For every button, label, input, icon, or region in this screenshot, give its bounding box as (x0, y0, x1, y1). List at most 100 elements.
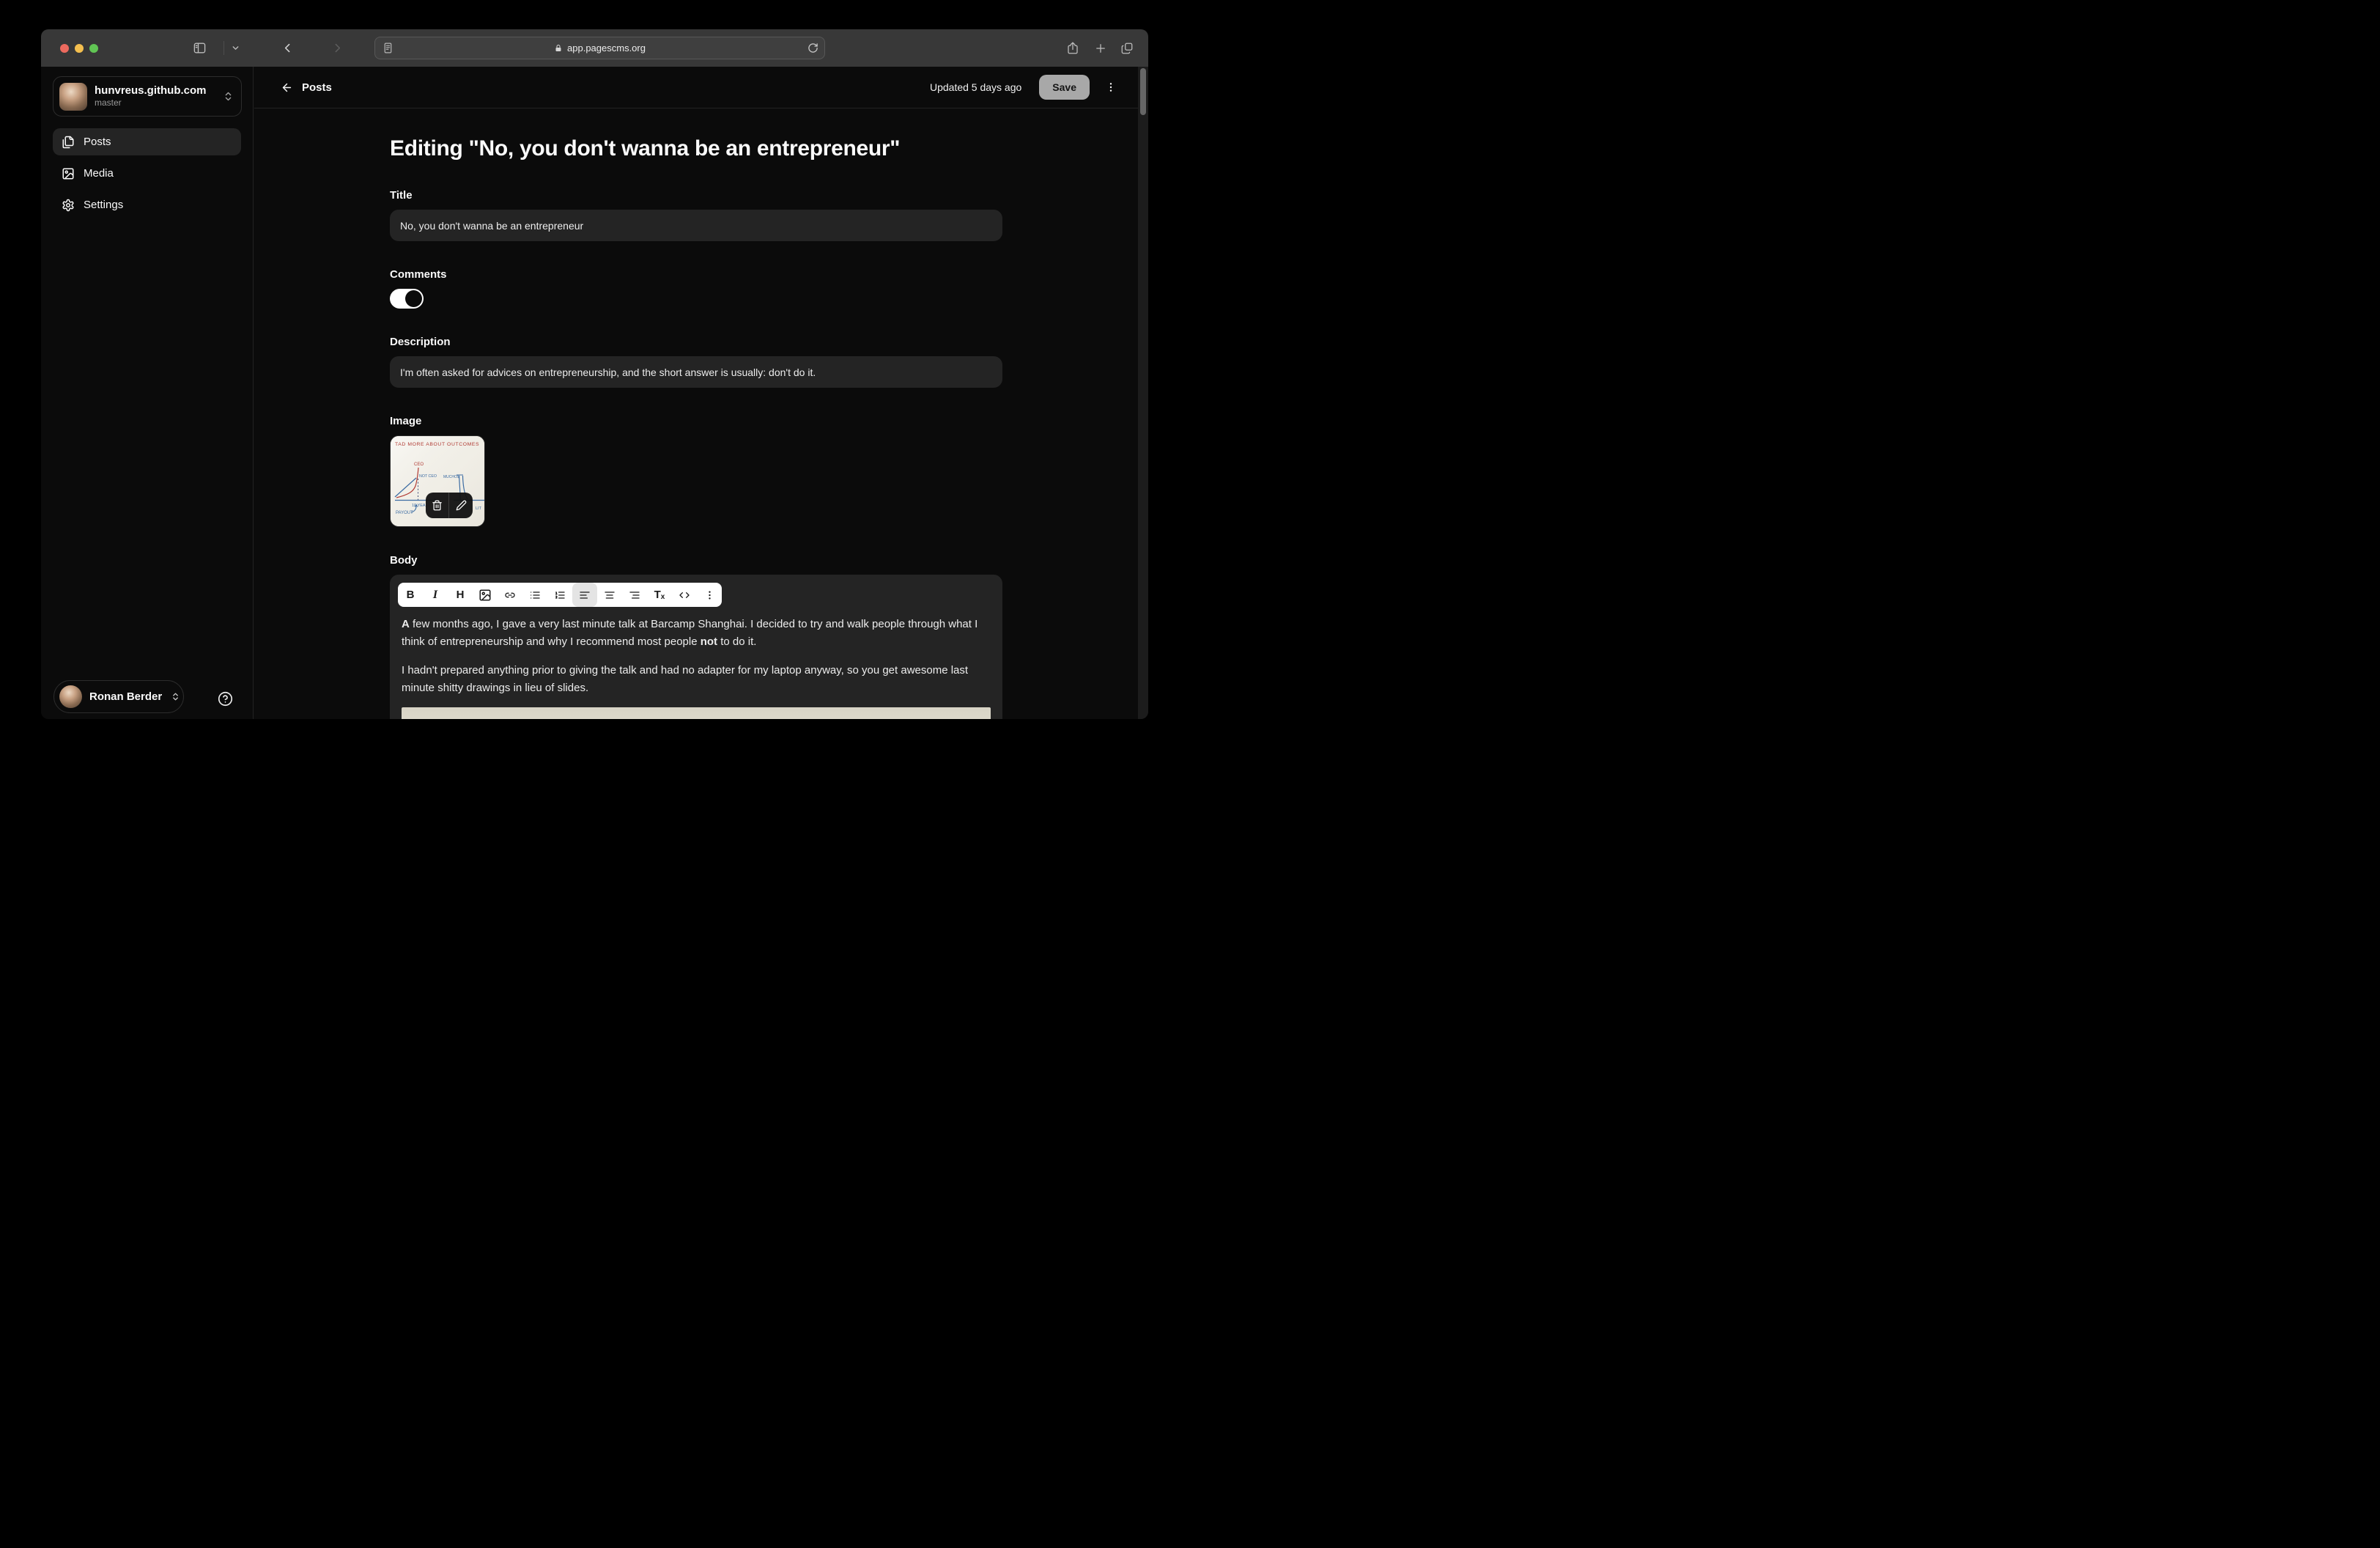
user-avatar (59, 685, 82, 708)
body-label: Body (390, 553, 1002, 569)
address-bar[interactable]: app.pagescms.org (374, 37, 825, 59)
image-icon (478, 589, 492, 602)
tab-overview-icon[interactable] (1120, 29, 1134, 67)
title-field-group: Title (390, 188, 1002, 241)
reader-icon[interactable] (382, 42, 394, 54)
image-button[interactable] (473, 583, 498, 607)
page-scrollbar (1138, 67, 1148, 719)
chevrons-up-down-icon (171, 692, 180, 701)
link-button[interactable] (498, 583, 522, 607)
sidebar-item-label: Media (84, 167, 114, 180)
new-tab-icon[interactable] (1094, 29, 1107, 67)
sidebar-toggle-icon[interactable] (193, 29, 207, 67)
body-paragraph[interactable]: I hadn't prepared anything prior to givi… (402, 662, 991, 697)
image-actions (426, 493, 473, 518)
toggle-knob (405, 290, 422, 307)
bullet-list-button[interactable] (522, 583, 547, 607)
comments-field-group: Comments (390, 267, 1002, 309)
back-icon[interactable] (281, 29, 294, 67)
traffic-lights (60, 29, 98, 67)
arrow-left-icon (281, 81, 293, 94)
repo-avatar (59, 83, 87, 111)
align-center-icon (604, 589, 616, 601)
align-left-button[interactable] (572, 583, 597, 607)
files-icon (62, 136, 75, 149)
toolbar-divider (223, 41, 224, 55)
edit-image-button[interactable] (449, 493, 473, 518)
svg-text:NOT CEO: NOT CEO (419, 474, 437, 479)
heading-button[interactable]: H (448, 583, 473, 607)
image-thumbnail[interactable]: TAD MORE ABOUT OUTCOMES CEO NOT CEO 10 Y… (390, 435, 485, 527)
embedded-image-top (402, 707, 991, 719)
browser-toolbar: app.pagescms.org (41, 29, 1148, 67)
repo-name: hunvreus.github.com (95, 84, 207, 97)
description-label: Description (390, 334, 1002, 350)
browser-window: app.pagescms.org hunvreus.github.com mas… (41, 29, 1148, 719)
main-panel: Posts Updated 5 days ago Save Editing "N… (254, 67, 1138, 719)
user-menu[interactable]: Ronan Berder (53, 680, 184, 713)
clear-format-button[interactable]: Tx (647, 583, 672, 607)
account-switcher[interactable]: hunvreus.github.com master (53, 76, 242, 117)
bold-button[interactable]: B (398, 583, 423, 607)
svg-text:MUCHO$: MUCHO$ (443, 475, 459, 479)
app-area: hunvreus.github.com master Posts Media Set… (41, 67, 1148, 719)
sidebar-item-media[interactable]: Media (53, 160, 241, 187)
editor-toolbar: BIH Tx (398, 583, 722, 607)
save-button[interactable]: Save (1039, 75, 1090, 100)
description-field-group: Description (390, 334, 1002, 388)
page-title: Editing "No, you don't wanna be an entre… (390, 136, 1002, 162)
delete-image-button[interactable] (426, 493, 449, 518)
body-paragraph[interactable]: A few months ago, I gave a very last min… (402, 616, 991, 651)
bullet-list-icon (529, 589, 541, 601)
sidebar-item-posts[interactable]: Posts (53, 128, 241, 155)
code-icon (679, 589, 690, 601)
code-button[interactable] (672, 583, 697, 607)
scrollbar-thumb[interactable] (1140, 68, 1146, 115)
reload-icon[interactable] (808, 43, 818, 54)
help-icon[interactable] (218, 691, 233, 707)
svg-text:LIT: LIT (476, 506, 482, 511)
body-editor-content[interactable]: A few months ago, I gave a very last min… (398, 616, 994, 697)
italic-button[interactable]: I (423, 583, 448, 607)
title-input[interactable] (390, 210, 1002, 241)
editor-form: Editing "No, you don't wanna be an entre… (390, 108, 1002, 719)
align-center-button[interactable] (597, 583, 622, 607)
settings-icon (62, 199, 75, 212)
lock-icon (554, 44, 563, 53)
chevron-down-icon[interactable] (231, 29, 240, 67)
image-field-group: Image TAD M (390, 413, 1002, 527)
more-options-icon[interactable] (1100, 75, 1122, 100)
page-header: Posts Updated 5 days ago Save (254, 67, 1138, 108)
align-left-icon (579, 589, 591, 601)
ordered-list-icon (554, 589, 566, 601)
zoom-window-button[interactable] (89, 44, 98, 53)
align-right-button[interactable] (622, 583, 647, 607)
sidebar-item-label: Posts (84, 136, 111, 148)
back-to-posts[interactable]: Posts (281, 81, 332, 94)
user-name: Ronan Berder (89, 690, 162, 703)
svg-text:TAD MORE ABOUT OUTCOMES: TAD MORE ABOUT OUTCOMES (395, 442, 479, 447)
sidebar: hunvreus.github.com master Posts Media Set… (41, 67, 254, 719)
align-right-icon (629, 589, 640, 601)
share-icon[interactable] (1066, 29, 1079, 67)
sidebar-item-settings[interactable]: Settings (53, 191, 241, 218)
close-window-button[interactable] (60, 44, 69, 53)
comments-toggle[interactable] (390, 289, 424, 309)
branch-name: master (95, 98, 207, 108)
image-label: Image (390, 413, 1002, 430)
back-label: Posts (302, 81, 332, 94)
updated-status: Updated 5 days ago (930, 81, 1021, 93)
comments-label: Comments (390, 267, 1002, 283)
more-button[interactable] (697, 583, 722, 607)
ordered-list-button[interactable] (547, 583, 572, 607)
description-input[interactable] (390, 356, 1002, 388)
sidebar-nav: Posts Media Settings (53, 128, 241, 218)
image-icon (62, 167, 75, 180)
body-editor[interactable]: BIH Tx A few months ago, I gave a very la… (390, 575, 1002, 719)
minimize-window-button[interactable] (75, 44, 84, 53)
url-text: app.pagescms.org (567, 43, 646, 54)
svg-text:PAYOUT: PAYOUT (396, 511, 413, 515)
sidebar-item-label: Settings (84, 199, 123, 211)
svg-text:CEO: CEO (414, 462, 424, 467)
forward-icon[interactable] (331, 29, 344, 67)
